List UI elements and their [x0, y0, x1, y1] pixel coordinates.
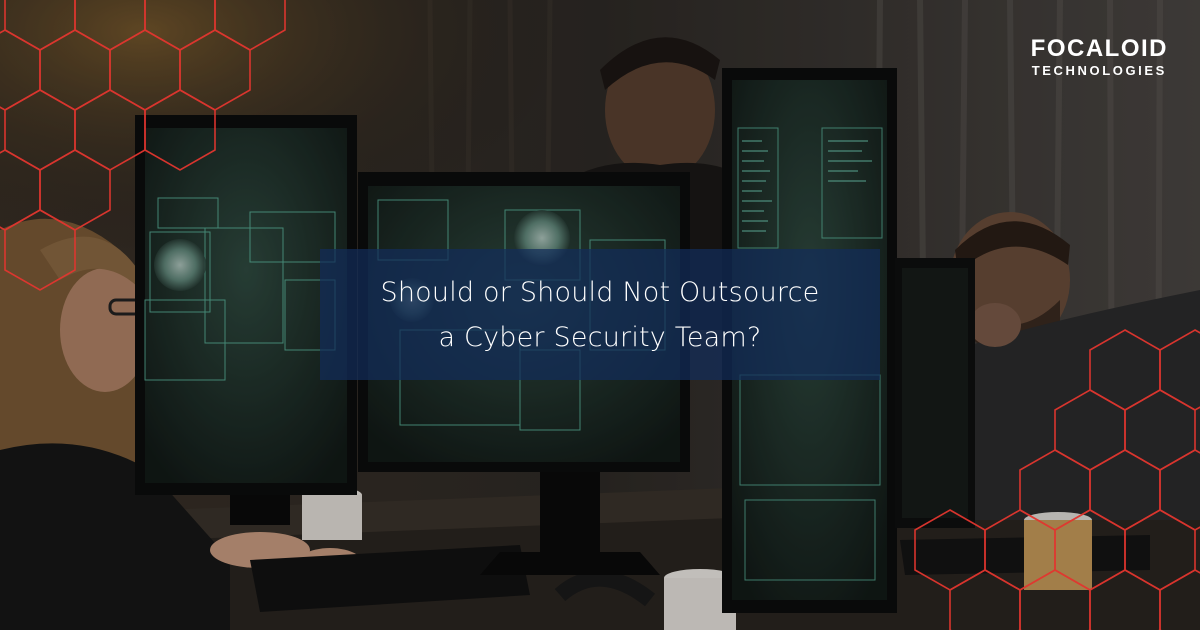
- logo-name: FOCALOID: [1030, 35, 1168, 62]
- logo-tagline: TECHNOLOGIES: [1031, 63, 1167, 78]
- headline-line-1: Should or Should Not Outsource: [380, 276, 820, 308]
- headline-box: Should or Should Not Outsource a Cyber S…: [320, 249, 880, 380]
- headline-line-2: a Cyber Security Team?: [438, 321, 762, 353]
- brand-logo: FOCALOID TECHNOLOGIES: [1031, 36, 1168, 80]
